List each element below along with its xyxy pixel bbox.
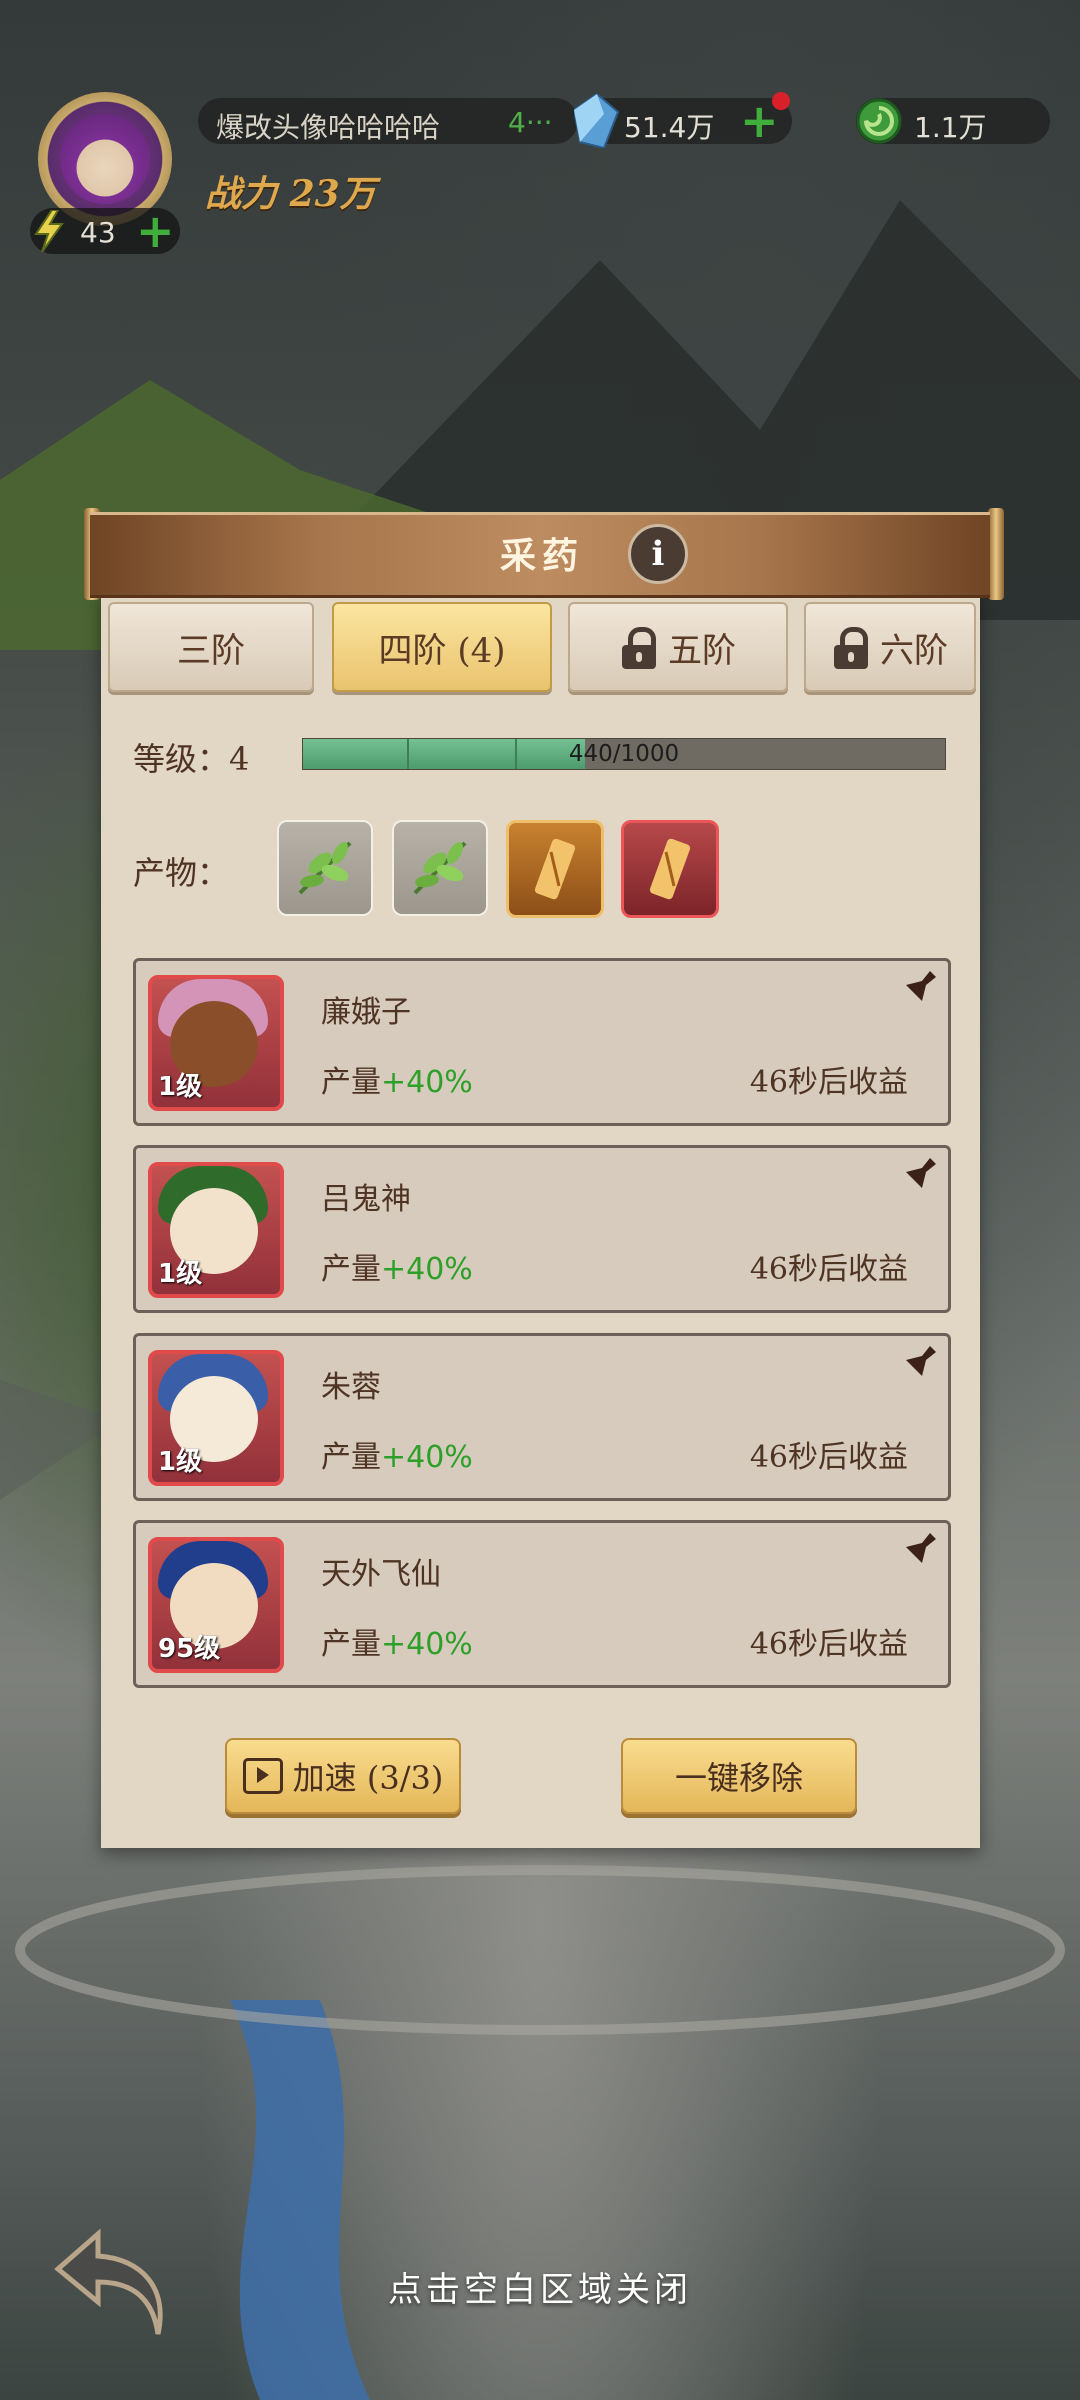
worker-yield: 产量+40% bbox=[321, 1619, 473, 1663]
worker-yield: 产量+40% bbox=[321, 1244, 473, 1288]
herb-leaf-icon bbox=[298, 841, 352, 895]
speedup-label: 加速 (3/3) bbox=[292, 1759, 444, 1797]
gem-counter: 51.4万 + bbox=[574, 92, 792, 148]
tab-label: 六阶 bbox=[880, 630, 948, 671]
worker-avatar[interactable]: 1级 bbox=[148, 975, 284, 1111]
yield-value: +40% bbox=[381, 1440, 473, 1475]
combat-power: 战力 23万 bbox=[205, 165, 376, 217]
level-progress-bar: 440/1000 bbox=[302, 738, 946, 770]
energy-counter: 43 + bbox=[30, 208, 180, 254]
yield-value: +40% bbox=[381, 1065, 473, 1100]
worker-name: 吕鬼神 bbox=[321, 1182, 411, 1217]
progress-text: 440/1000 bbox=[568, 741, 680, 767]
crystal-icon bbox=[574, 94, 620, 148]
herb-leaf-icon bbox=[413, 841, 467, 895]
tab-tier-3[interactable]: 三阶 bbox=[108, 602, 314, 692]
yield-value: +40% bbox=[381, 1252, 473, 1287]
worker-timer: 46秒后收益 bbox=[749, 1440, 908, 1475]
avatar-portrait bbox=[60, 114, 150, 204]
tab-label: 五阶 bbox=[668, 630, 736, 671]
worker-timer: 46秒后收益 bbox=[749, 1627, 908, 1662]
product-item-herb[interactable] bbox=[277, 820, 373, 916]
worker-level: 1级 bbox=[158, 1447, 203, 1477]
worker-name: 朱蓉 bbox=[321, 1370, 381, 1405]
yield-label: 产量 bbox=[321, 1065, 381, 1100]
energy-value: 43 bbox=[80, 216, 116, 249]
tab-tier-6[interactable]: 六阶 bbox=[804, 602, 976, 692]
power-label: 战力 bbox=[205, 173, 278, 215]
worker-avatar[interactable]: 1级 bbox=[148, 1350, 284, 1486]
unpin-icon[interactable] bbox=[892, 1154, 940, 1202]
gem-value: 51.4万 bbox=[624, 111, 715, 144]
worker-card[interactable]: 95级 天外飞仙 产量+40% 46秒后收益 bbox=[133, 1520, 951, 1688]
worker-card[interactable]: 1级 吕鬼神 产量+40% 46秒后收益 bbox=[133, 1145, 951, 1313]
speedup-button[interactable]: 加速 (3/3) bbox=[225, 1738, 461, 1814]
close-hint[interactable]: 点击空白区域关闭 bbox=[0, 2262, 1080, 2311]
power-value: 23万 bbox=[289, 173, 376, 215]
yield-label: 产量 bbox=[321, 1440, 381, 1475]
lightning-icon bbox=[34, 210, 64, 252]
worker-avatar[interactable]: 95级 bbox=[148, 1537, 284, 1673]
unpin-icon[interactable] bbox=[892, 1529, 940, 1577]
unpin-icon[interactable] bbox=[892, 1342, 940, 1390]
video-ad-icon bbox=[242, 1758, 283, 1794]
player-name: 爆改头像哈哈哈哈 bbox=[216, 111, 441, 144]
worker-level: 95级 bbox=[158, 1634, 221, 1664]
worker-timer: 46秒后收益 bbox=[749, 1252, 908, 1287]
tab-label: 四阶 (4) bbox=[378, 630, 506, 671]
unpin-icon[interactable] bbox=[892, 967, 940, 1015]
info-icon[interactable]: i bbox=[628, 524, 688, 584]
worker-name: 廉娥子 bbox=[321, 995, 411, 1030]
level-label: 等级： bbox=[133, 740, 230, 778]
yield-label: 产量 bbox=[321, 1627, 381, 1662]
tab-label: 三阶 bbox=[177, 630, 245, 671]
energy-add-button[interactable]: + bbox=[136, 208, 175, 254]
tab-tier-4[interactable]: 四阶 (4) bbox=[332, 602, 552, 692]
worker-card[interactable]: 1级 朱蓉 产量+40% 46秒后收益 bbox=[133, 1333, 951, 1501]
header-right-cap bbox=[988, 508, 1004, 600]
jade-coin-icon bbox=[856, 98, 902, 144]
jade-value: 1.1万 bbox=[914, 111, 987, 144]
lock-icon bbox=[620, 627, 658, 669]
player-name-pill: 爆改头像哈哈哈哈 4··· bbox=[198, 98, 578, 144]
panel-title: 采药 bbox=[500, 535, 585, 577]
products-label: 产物： bbox=[133, 854, 230, 892]
tab-tier-5[interactable]: 五阶 bbox=[568, 602, 788, 692]
worker-avatar[interactable]: 1级 bbox=[148, 1162, 284, 1298]
yield-value: +40% bbox=[381, 1627, 473, 1662]
notification-dot bbox=[772, 92, 790, 110]
yield-label: 产量 bbox=[321, 1252, 381, 1287]
remove-all-label: 一键移除 bbox=[674, 1759, 803, 1797]
product-item-herb[interactable] bbox=[392, 820, 488, 916]
player-name-suffix: 4··· bbox=[508, 106, 553, 139]
worker-level: 1级 bbox=[158, 1072, 203, 1102]
scroll-icon bbox=[649, 838, 691, 900]
worker-yield: 产量+40% bbox=[321, 1057, 473, 1101]
product-item-scroll[interactable] bbox=[621, 820, 719, 918]
worker-timer: 46秒后收益 bbox=[749, 1065, 908, 1100]
worker-yield: 产量+40% bbox=[321, 1432, 473, 1476]
level-value: 4 bbox=[229, 740, 250, 778]
worker-card[interactable]: 1级 廉娥子 产量+40% 46秒后收益 bbox=[133, 958, 951, 1126]
worker-name: 天外飞仙 bbox=[321, 1557, 441, 1592]
jade-counter: 1.1万 bbox=[856, 98, 1050, 144]
scroll-icon bbox=[534, 838, 576, 900]
level-row: 等级：4 bbox=[133, 734, 249, 780]
product-item-scroll[interactable] bbox=[506, 820, 604, 918]
worker-level: 1级 bbox=[158, 1259, 203, 1289]
lock-icon bbox=[832, 627, 870, 669]
remove-all-button[interactable]: 一键移除 bbox=[621, 1738, 857, 1814]
